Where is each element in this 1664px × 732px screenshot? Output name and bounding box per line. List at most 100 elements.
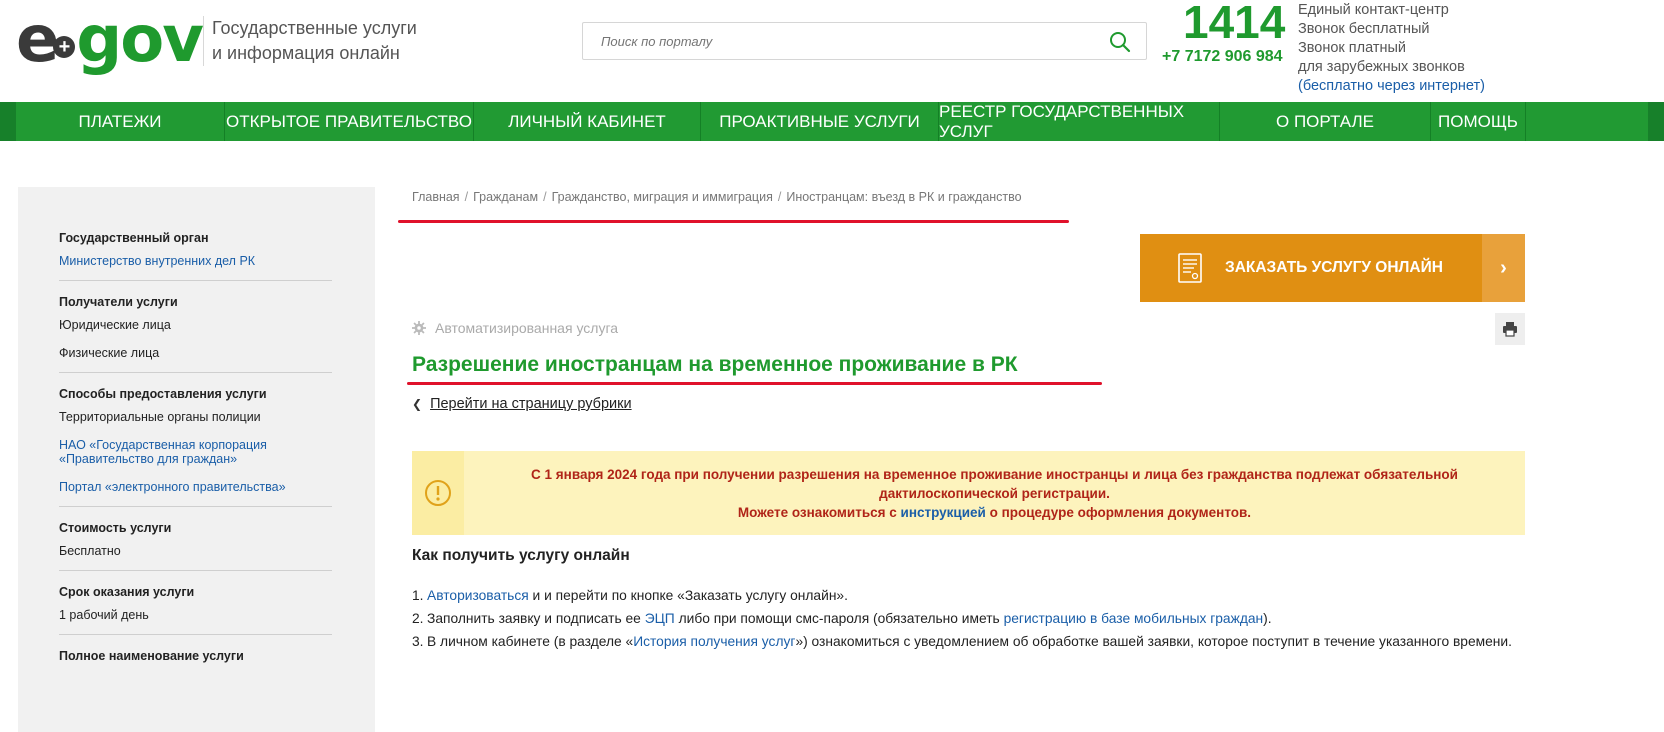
sidebar-section-recipients: Получатели услуги Юридические лица Физич… (59, 281, 332, 373)
sidebar-section-full-name: Полное наименование услуги (59, 635, 332, 684)
notice-icon-column (412, 451, 464, 535)
breadcrumb-home[interactable]: Главная (412, 190, 460, 204)
search-input[interactable] (583, 23, 1146, 59)
site-tagline: Государственные услуги и информация онла… (212, 16, 417, 66)
search-box (582, 22, 1147, 60)
tagline-line1: Государственные услуги (212, 18, 417, 38)
step-text-part: либо при помощи смс-пароля (обязательно … (674, 611, 1004, 626)
nav-item-services-registry[interactable]: Реестр государственных услуг (939, 102, 1219, 141)
eds-link[interactable]: ЭЦП (645, 611, 675, 626)
step-text: Заполнить заявку и подписать ее ЭЦП либо… (427, 609, 1272, 628)
list-item: 2. Заполнить заявку и подписать ее ЭЦП л… (412, 609, 1525, 628)
sidebar-section-duration: Срок оказания услуги 1 рабочий день (59, 571, 332, 635)
recipient-legal: Юридические лица (59, 318, 171, 332)
hotline-number[interactable]: 1414 (1183, 0, 1285, 50)
site-header: e + gov Государственные услуги и информа… (0, 0, 1664, 102)
step-text-part: и и перейти по кнопке «Заказать услугу о… (528, 588, 848, 603)
howto-heading: Как получить услугу онлайн (412, 547, 630, 564)
notice-line3: Можете ознакомиться с инструкцией о проц… (464, 503, 1525, 522)
contact-line3: Звонок платный (1298, 40, 1407, 56)
step-text-part: ») ознакомиться с уведомлением об обрабо… (795, 634, 1512, 649)
order-service-online-button[interactable]: Заказать услугу онлайн › (1140, 234, 1525, 302)
sidebar-section-title: Способы предоставления услуги (59, 387, 267, 401)
sidebar-section-agency: Государственный орган Министерство внутр… (59, 187, 332, 281)
recipient-individual: Физические лица (59, 346, 160, 360)
logo-e: e (16, 3, 59, 77)
list-item: 1. Авторизоваться и и перейти по кнопке … (412, 586, 1525, 605)
service-info-sidebar: Государственный орган Министерство внутр… (18, 187, 375, 732)
main-nav: Платежи Открытое правительство Личный ка… (0, 102, 1664, 141)
service-type-label: Автоматизированная услуга (412, 320, 618, 336)
breadcrumb-citizenship[interactable]: Гражданство, миграция и иммиграция (552, 190, 773, 204)
contact-line2: Звонок бесплатный (1298, 21, 1430, 37)
sidebar-section-title: Государственный орган (59, 231, 209, 245)
method-police: Территориальные органы полиции (59, 410, 261, 424)
document-icon (1178, 253, 1202, 283)
nav-item-about[interactable]: О портале (1220, 102, 1430, 141)
instruction-link[interactable]: инструкцией (901, 505, 986, 520)
step-text-part: Заполнить заявку и подписать ее (427, 611, 645, 626)
breadcrumb-foreigners[interactable]: Иностранцам: въезд в РК и гражданство (786, 190, 1021, 204)
notice-line1: С 1 января 2024 года при получении разре… (531, 467, 1458, 482)
contact-info: Единый контакт-центр Звонок бесплатный З… (1298, 1, 1485, 96)
nav-edge-right (1648, 102, 1664, 141)
method-gov-corp-link[interactable]: НАО «Государственная корпорация «Правите… (59, 438, 279, 466)
breadcrumb-separator: / (777, 190, 782, 204)
breadcrumb-citizens[interactable]: Гражданам (473, 190, 538, 204)
contact-line1: Единый контакт-центр (1298, 2, 1449, 18)
order-button-label: Заказать услугу онлайн (1225, 259, 1443, 276)
notice-text: С 1 января 2024 года при получении разре… (464, 465, 1525, 522)
notice-line3-after: о процедуре оформления документов. (985, 505, 1252, 520)
contact-line4: для зарубежных звонков (1298, 59, 1465, 75)
notice-banner: С 1 января 2024 года при получении разре… (412, 451, 1525, 535)
back-to-category-link[interactable]: ❮ Перейти на страницу рубрики (412, 396, 632, 412)
step-text: Авторизоваться и и перейти по кнопке «За… (427, 586, 848, 605)
step-text-part: ). (1263, 611, 1272, 626)
method-egov-portal-link[interactable]: Портал «электронного правительства» (59, 480, 332, 494)
service-type-text: Автоматизированная услуга (435, 320, 619, 336)
step-text: В личном кабинете (в разделе «История по… (427, 632, 1512, 651)
nav-divider (1525, 102, 1526, 141)
duration-value: 1 рабочий день (59, 608, 149, 622)
howto-steps: 1. Авторизоваться и и перейти по кнопке … (412, 586, 1525, 655)
notice-line3-before: Можете ознакомиться с (737, 505, 901, 520)
cost-value: Бесплатно (59, 544, 121, 558)
breadcrumb-separator: / (464, 190, 469, 204)
printer-icon (1503, 322, 1517, 337)
sidebar-section-title: Срок оказания услуги (59, 585, 195, 599)
free-internet-call-link[interactable]: (бесплатно через интернет) (1298, 77, 1485, 96)
step-number: 3. (412, 634, 424, 649)
notice-line2: дактилоскопической регистрации. (879, 486, 1110, 501)
nav-item-payments[interactable]: Платежи (16, 102, 224, 141)
egov-logo[interactable]: e + gov (16, 0, 204, 80)
step-number: 2. (412, 611, 424, 626)
phone-number[interactable]: +7 7172 906 984 (1162, 48, 1283, 66)
sidebar-section-title: Стоимость услуги (59, 521, 172, 535)
annotation-underline (398, 220, 1069, 223)
nav-item-proactive-services[interactable]: Проактивные услуги (701, 102, 938, 141)
nav-item-help[interactable]: Помощь (1431, 102, 1525, 141)
logo-plus-icon: + (53, 36, 76, 58)
chevron-right-icon: › (1482, 234, 1525, 302)
back-link-label: Перейти на страницу рубрики (430, 396, 632, 412)
nav-item-open-government[interactable]: Открытое правительство (225, 102, 473, 141)
nav-item-personal-account[interactable]: Личный кабинет (474, 102, 700, 141)
service-history-link[interactable]: История получения услуг (633, 634, 795, 649)
sidebar-section-cost: Стоимость услуги Бесплатно (59, 507, 332, 571)
authorize-link[interactable]: Авторизоваться (427, 588, 529, 603)
logo-gov: gov (76, 3, 203, 77)
chevron-left-icon: ❮ (412, 397, 423, 411)
step-number: 1. (412, 588, 424, 603)
breadcrumb: Главная / Гражданам / Гражданство, миграция … (412, 190, 1022, 204)
search-icon[interactable] (1108, 30, 1132, 54)
agency-link[interactable]: Министерство внутренних дел РК (59, 254, 332, 268)
page-title: Разрешение иностранцам на временное прож… (412, 353, 1018, 376)
gear-icon (412, 321, 426, 335)
sidebar-section-methods: Способы предоставления услуги Территориа… (59, 373, 332, 507)
sidebar-section-title: Полное наименование услуги (59, 649, 244, 663)
logo-divider (203, 16, 204, 66)
list-item: 3. В личном кабинете (в разделе «История… (412, 632, 1525, 651)
print-button[interactable] (1495, 313, 1525, 345)
mobile-registration-link[interactable]: регистрацию в базе мобильных граждан (1004, 611, 1264, 626)
tagline-line2: и информация онлайн (212, 43, 400, 63)
